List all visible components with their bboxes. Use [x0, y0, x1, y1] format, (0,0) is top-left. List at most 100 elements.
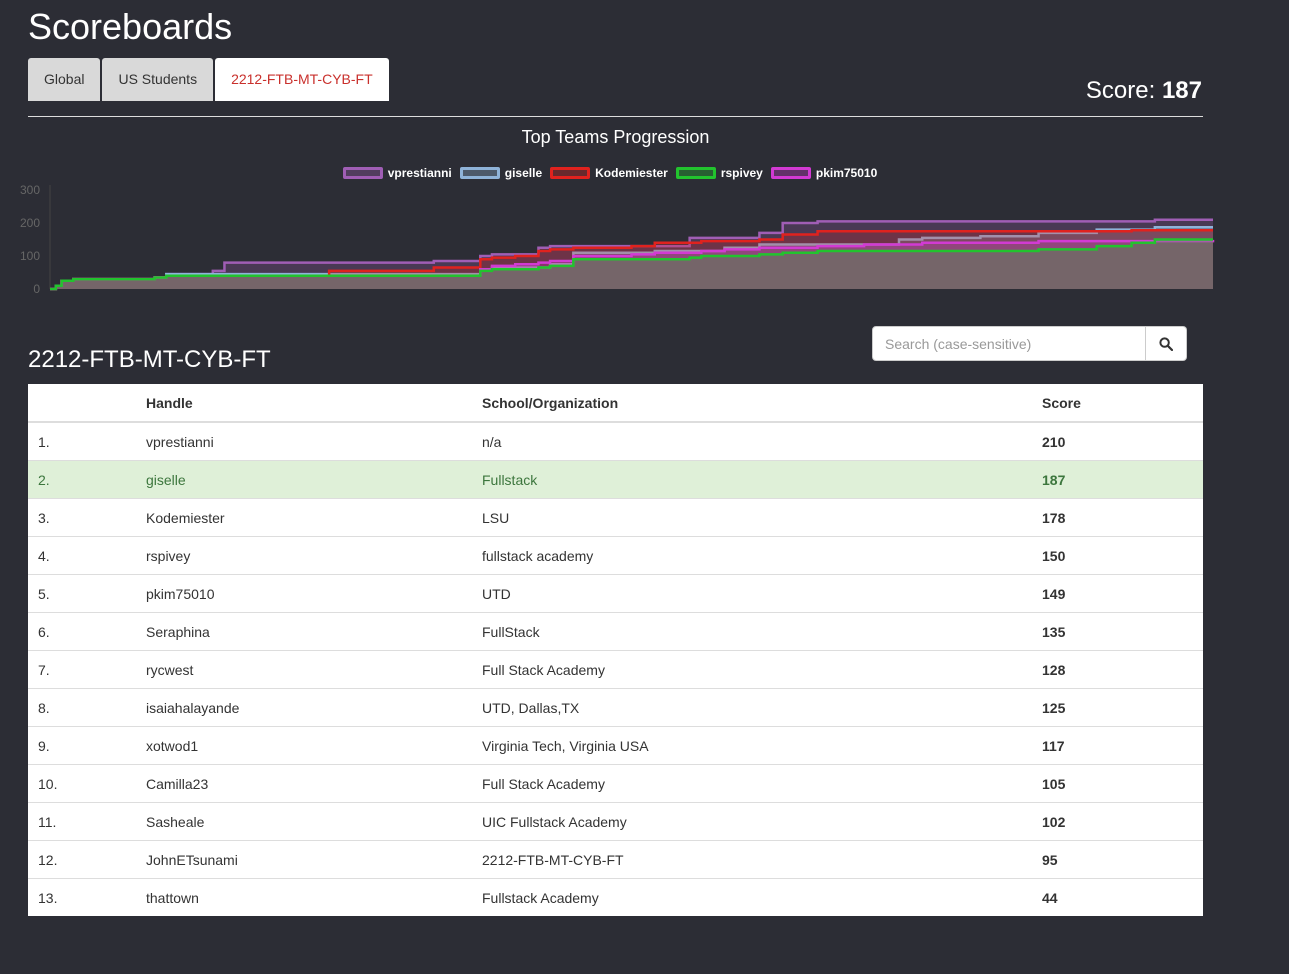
organization-cell: LSU — [472, 498, 1032, 537]
handle-cell: thattown — [136, 878, 472, 916]
score-cell: 117 — [1032, 726, 1203, 765]
tab-team[interactable]: 2212-FTB-MT-CYB-FT — [215, 58, 389, 101]
rank-cell: 10. — [28, 764, 136, 803]
table-row[interactable]: 6. Seraphina FullStack 135 — [28, 612, 1203, 651]
legend-swatch-pkim75010 — [770, 167, 811, 179]
organization-cell: UIC Fullstack Academy — [472, 802, 1032, 841]
table-row[interactable]: 13. thattown Fullstack Academy 44 — [28, 878, 1203, 916]
score-cell: 178 — [1032, 498, 1203, 537]
rank-cell: 7. — [28, 650, 136, 689]
chart-legend: vprestianni giselle Kodemiester rspivey … — [0, 166, 1220, 180]
score-cell: 102 — [1032, 802, 1203, 841]
organization-cell: Fullstack Academy — [472, 878, 1032, 916]
handle-cell: isaiahalayande — [136, 688, 472, 727]
section-title: 2212-FTB-MT-CYB-FT — [28, 346, 271, 373]
legend-label: rspivey — [720, 166, 763, 180]
table-row[interactable]: 10. Camilla23 Full Stack Academy 105 — [28, 764, 1203, 803]
rank-cell: 11. — [28, 802, 136, 841]
table-row[interactable]: 12. JohnETsunami 2212-FTB-MT-CYB-FT 95 — [28, 840, 1203, 879]
score-cell: 105 — [1032, 764, 1203, 803]
organization-cell: fullstack academy — [472, 536, 1032, 575]
score-cell: 210 — [1032, 421, 1203, 461]
legend-item[interactable]: vprestianni — [342, 166, 452, 180]
legend-item[interactable]: giselle — [459, 166, 543, 180]
y-tick-label: 300 — [20, 183, 40, 197]
search-input[interactable] — [872, 326, 1146, 361]
rank-cell: 3. — [28, 498, 136, 537]
score-label: Score: — [1085, 77, 1156, 104]
legend-item[interactable]: Kodemiester — [550, 166, 668, 180]
current-score: Score: 187 — [1086, 77, 1202, 105]
rank-cell: 6. — [28, 612, 136, 651]
organization-cell: UTD, Dallas,TX — [472, 688, 1032, 727]
score-cell: 150 — [1032, 536, 1203, 575]
organization-cell: Full Stack Academy — [472, 764, 1032, 803]
handle-cell: Camilla23 — [136, 764, 472, 803]
legend-item[interactable]: pkim75010 — [770, 166, 877, 180]
table-row[interactable]: 3. Kodemiester LSU 178 — [28, 498, 1203, 537]
score-cell: 187 — [1032, 460, 1203, 499]
legend-swatch-vprestianni — [342, 167, 383, 179]
rank-cell: 12. — [28, 840, 136, 879]
page-title: Scoreboards — [28, 6, 233, 47]
search-icon — [1159, 336, 1173, 351]
table-row[interactable]: 11. Sasheale UIC Fullstack Academy 102 — [28, 802, 1203, 841]
table-row[interactable]: 4. rspivey fullstack academy 150 — [28, 536, 1203, 575]
legend-item[interactable]: rspivey — [675, 166, 763, 180]
handle-cell: Sasheale — [136, 802, 472, 841]
tab-global[interactable]: Global — [28, 58, 101, 101]
organization-cell: n/a — [472, 421, 1032, 461]
handle-cell: rycwest — [136, 650, 472, 689]
table-header-row: Handle School/Organization Score — [28, 384, 1203, 423]
rank-cell: 8. — [28, 688, 136, 727]
y-tick-label: 200 — [20, 216, 40, 230]
rank-cell: 5. — [28, 574, 136, 613]
handle-cell: Kodemiester — [136, 498, 472, 537]
progression-chart: 0 100 200 300 — [20, 183, 1215, 296]
search-box — [872, 326, 1187, 361]
handle-cell: Seraphina — [136, 612, 472, 651]
scoreboard-table: Handle School/Organization Score 1. vpres… — [28, 384, 1203, 916]
organization-cell: 2212-FTB-MT-CYB-FT — [472, 840, 1032, 879]
table-row-current-user[interactable]: 2. giselle Fullstack 187 — [28, 460, 1203, 499]
legend-label: giselle — [504, 166, 543, 180]
score-cell: 135 — [1032, 612, 1203, 651]
legend-swatch-giselle — [459, 167, 500, 179]
organization-cell: Full Stack Academy — [472, 650, 1032, 689]
legend-swatch-kodemiester — [550, 167, 591, 179]
handle-cell: JohnETsunami — [136, 840, 472, 879]
table-row[interactable]: 8. isaiahalayande UTD, Dallas,TX 125 — [28, 688, 1203, 727]
score-cell: 128 — [1032, 650, 1203, 689]
rank-cell: 9. — [28, 726, 136, 765]
score-cell: 125 — [1032, 688, 1203, 727]
handle-cell: rspivey — [136, 536, 472, 575]
handle-cell: pkim75010 — [136, 574, 472, 613]
rank-cell: 1. — [28, 421, 136, 461]
table-row[interactable]: 1. vprestianni n/a 210 — [28, 421, 1203, 461]
scoreboard-tabs: Global US Students 2212-FTB-MT-CYB-FT — [28, 58, 391, 101]
handle-cell: vprestianni — [136, 421, 472, 461]
organization-cell: UTD — [472, 574, 1032, 613]
y-tick-label: 0 — [33, 282, 40, 296]
rank-cell: 2. — [28, 460, 136, 499]
score-cell: 149 — [1032, 574, 1203, 613]
table-row[interactable]: 5. pkim75010 UTD 149 — [28, 574, 1203, 613]
rank-cell: 4. — [28, 536, 136, 575]
table-row[interactable]: 7. rycwest Full Stack Academy 128 — [28, 650, 1203, 689]
tab-us-students[interactable]: US Students — [102, 58, 214, 101]
search-button[interactable] — [1146, 326, 1187, 361]
score-cell: 44 — [1032, 878, 1203, 916]
score-cell: 95 — [1032, 840, 1203, 879]
handle-cell: giselle — [136, 460, 472, 499]
legend-label: vprestianni — [387, 166, 452, 180]
column-header-organization: School/Organization — [472, 384, 1032, 423]
column-header-handle: Handle — [136, 384, 472, 423]
header-divider — [28, 116, 1203, 117]
handle-cell: xotwod1 — [136, 726, 472, 765]
organization-cell: Fullstack — [472, 460, 1032, 499]
column-header-rank — [28, 384, 136, 423]
organization-cell: Virginia Tech, Virginia USA — [472, 726, 1032, 765]
organization-cell: FullStack — [472, 612, 1032, 651]
table-row[interactable]: 9. xotwod1 Virginia Tech, Virginia USA 117 — [28, 726, 1203, 765]
column-header-score: Score — [1032, 384, 1203, 423]
